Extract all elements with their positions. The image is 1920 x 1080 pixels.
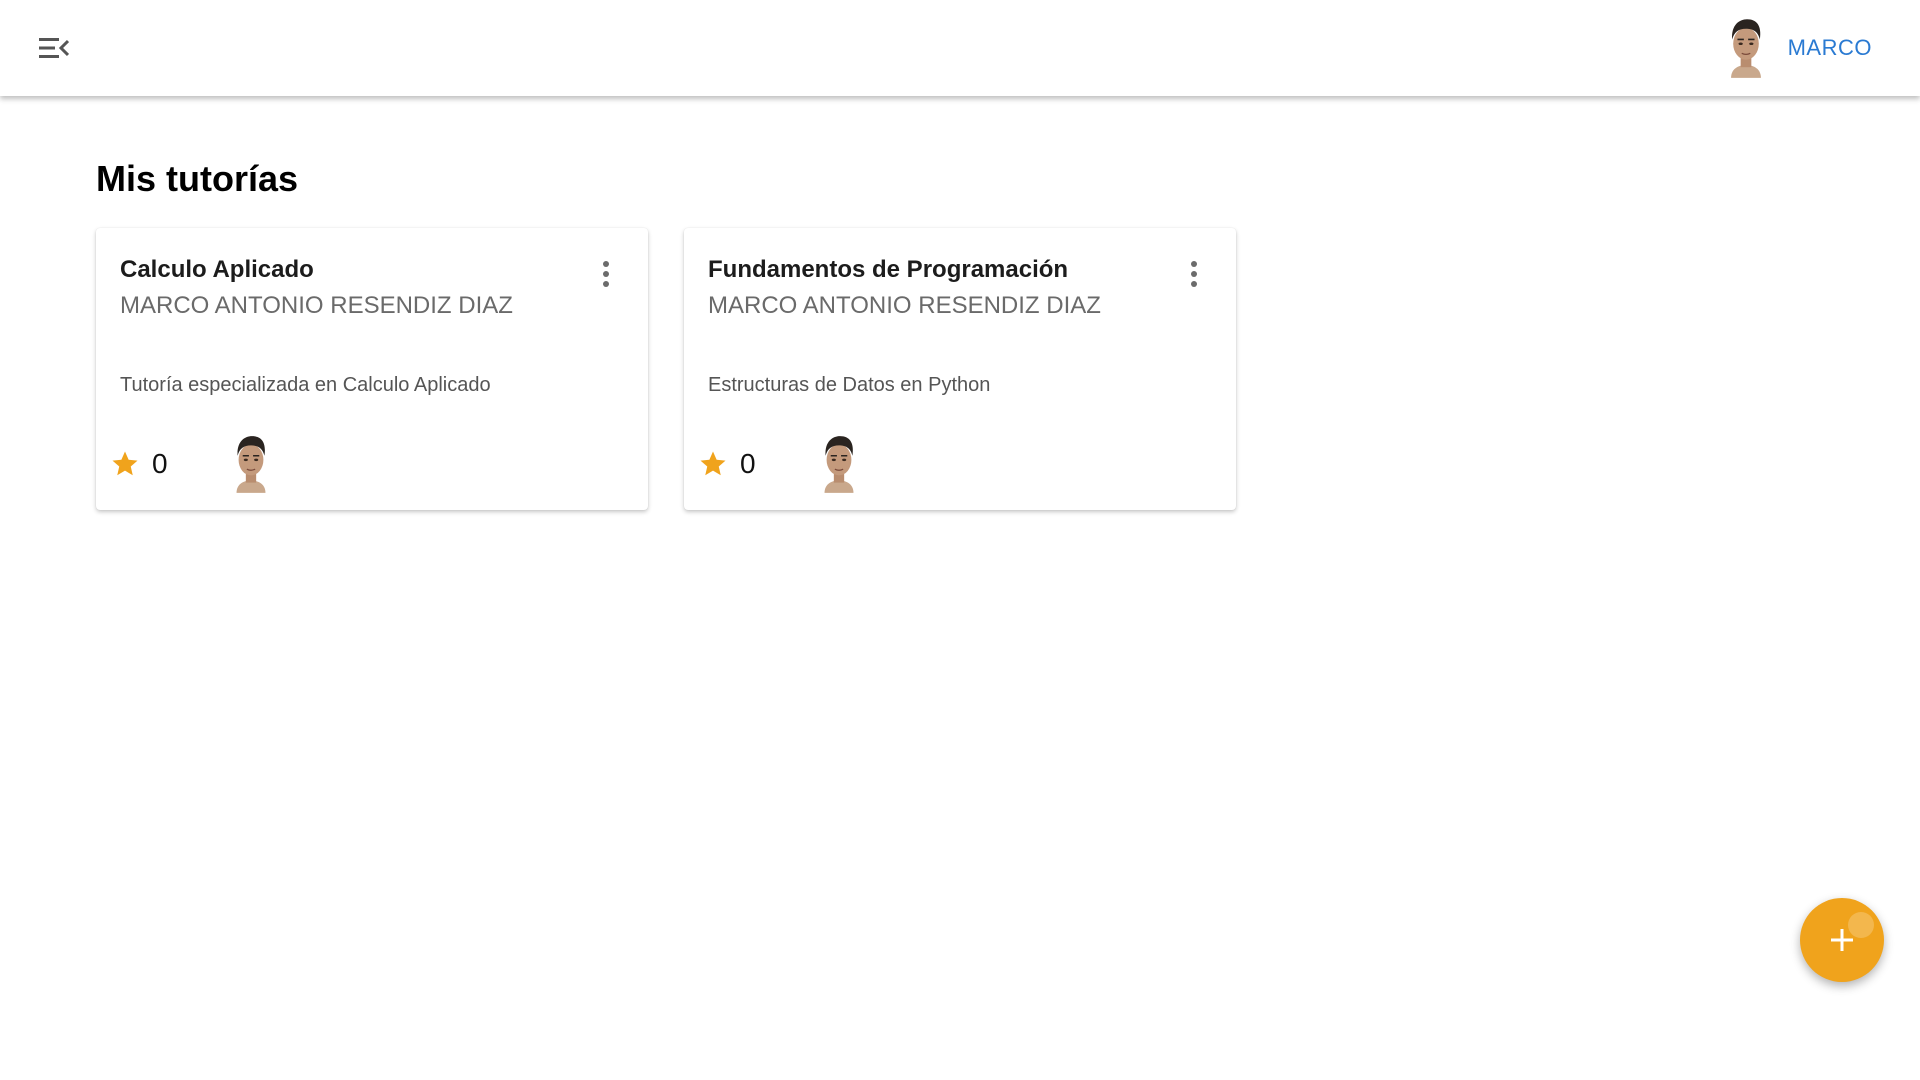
card-title: Fundamentos de Programación [708, 256, 1069, 283]
card-owner: MARCO ANTONIO RESENDIZ DIAZ [708, 292, 1101, 319]
fab-ripple [1848, 912, 1874, 938]
card-description: Estructuras de Datos en Python [708, 374, 991, 396]
user-name-link[interactable]: MARCO [1788, 35, 1872, 61]
add-tutoria-button[interactable] [1800, 898, 1884, 982]
user-menu[interactable]: MARCO [1724, 16, 1872, 80]
rating: 0 [698, 448, 818, 480]
user-avatar[interactable] [1724, 16, 1768, 80]
card-footer: 0 [698, 434, 860, 494]
rating: 0 [110, 448, 230, 480]
page-title: Mis tutorías [96, 158, 299, 199]
star-icon [112, 451, 138, 476]
tutoria-card[interactable]: Calculo Aplicado MARCO ANTONIO RESENDIZ … [96, 228, 648, 510]
tutorias-list: Calculo Aplicado MARCO ANTONIO RESENDIZ … [96, 228, 1236, 510]
card-description: Tutoría especializada en Calculo Aplicad… [120, 374, 491, 396]
top-app-bar: MARCO [0, 0, 1920, 96]
card-owner: MARCO ANTONIO RESENDIZ DIAZ [120, 292, 513, 319]
more-options-icon[interactable] [1182, 258, 1206, 290]
card-footer: 0 [110, 434, 272, 494]
menu-collapse-icon[interactable] [36, 30, 72, 66]
card-title: Calculo Aplicado [120, 256, 314, 283]
rating-value: 0 [152, 448, 168, 479]
rating-value: 0 [740, 448, 756, 479]
tutor-avatar [230, 433, 272, 495]
more-options-icon[interactable] [594, 258, 618, 290]
star-icon [700, 451, 726, 476]
tutoria-card[interactable]: Fundamentos de Programación MARCO ANTONI… [684, 228, 1236, 510]
tutor-avatar [818, 433, 860, 495]
